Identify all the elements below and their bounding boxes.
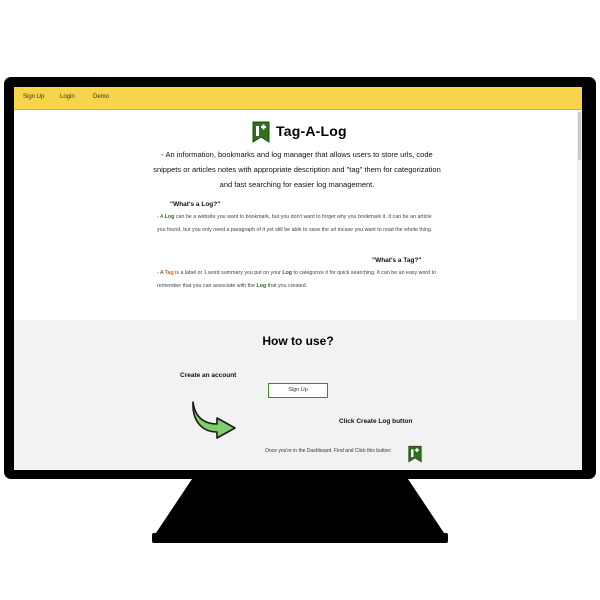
step-create-account-label: Create an account — [180, 372, 237, 379]
scrollbar-thumb[interactable] — [578, 112, 581, 160]
browser-screen: Sign Up Login Demo Tag-A-Log - An inform… — [14, 87, 582, 470]
step-create-log-label: Click Create Log button — [339, 418, 413, 425]
curved-arrow-icon — [192, 401, 236, 439]
dashboard-instruction: Once you're in the Dashboard. Find and C… — [265, 448, 392, 454]
navbar: Sign Up Login Demo — [14, 87, 582, 110]
create-log-button-icon[interactable] — [408, 445, 422, 463]
tag-heading: "What's a Tag?" — [372, 257, 422, 264]
log-paragraph: - A Log can be a website you want to boo… — [157, 214, 433, 233]
tag-paragraph: - A Tag is a label or 1 word summary you… — [157, 270, 437, 289]
tag-log-logo-icon — [252, 121, 270, 143]
nav-signup-link[interactable]: Sign Up — [23, 94, 44, 100]
how-to-section: How to use? Create an account Sign Up Cl… — [14, 320, 582, 470]
how-to-title: How to use? — [262, 334, 334, 348]
signup-button[interactable]: Sign Up — [268, 383, 328, 398]
brand-name: Tag-A-Log — [276, 123, 347, 139]
intro-description: - An information, bookmarks and log mana… — [153, 150, 441, 189]
nav-demo-link[interactable]: Demo — [93, 94, 109, 100]
nav-login-link[interactable]: Login — [60, 94, 75, 100]
log-heading: "What's a Log?" — [170, 201, 221, 208]
